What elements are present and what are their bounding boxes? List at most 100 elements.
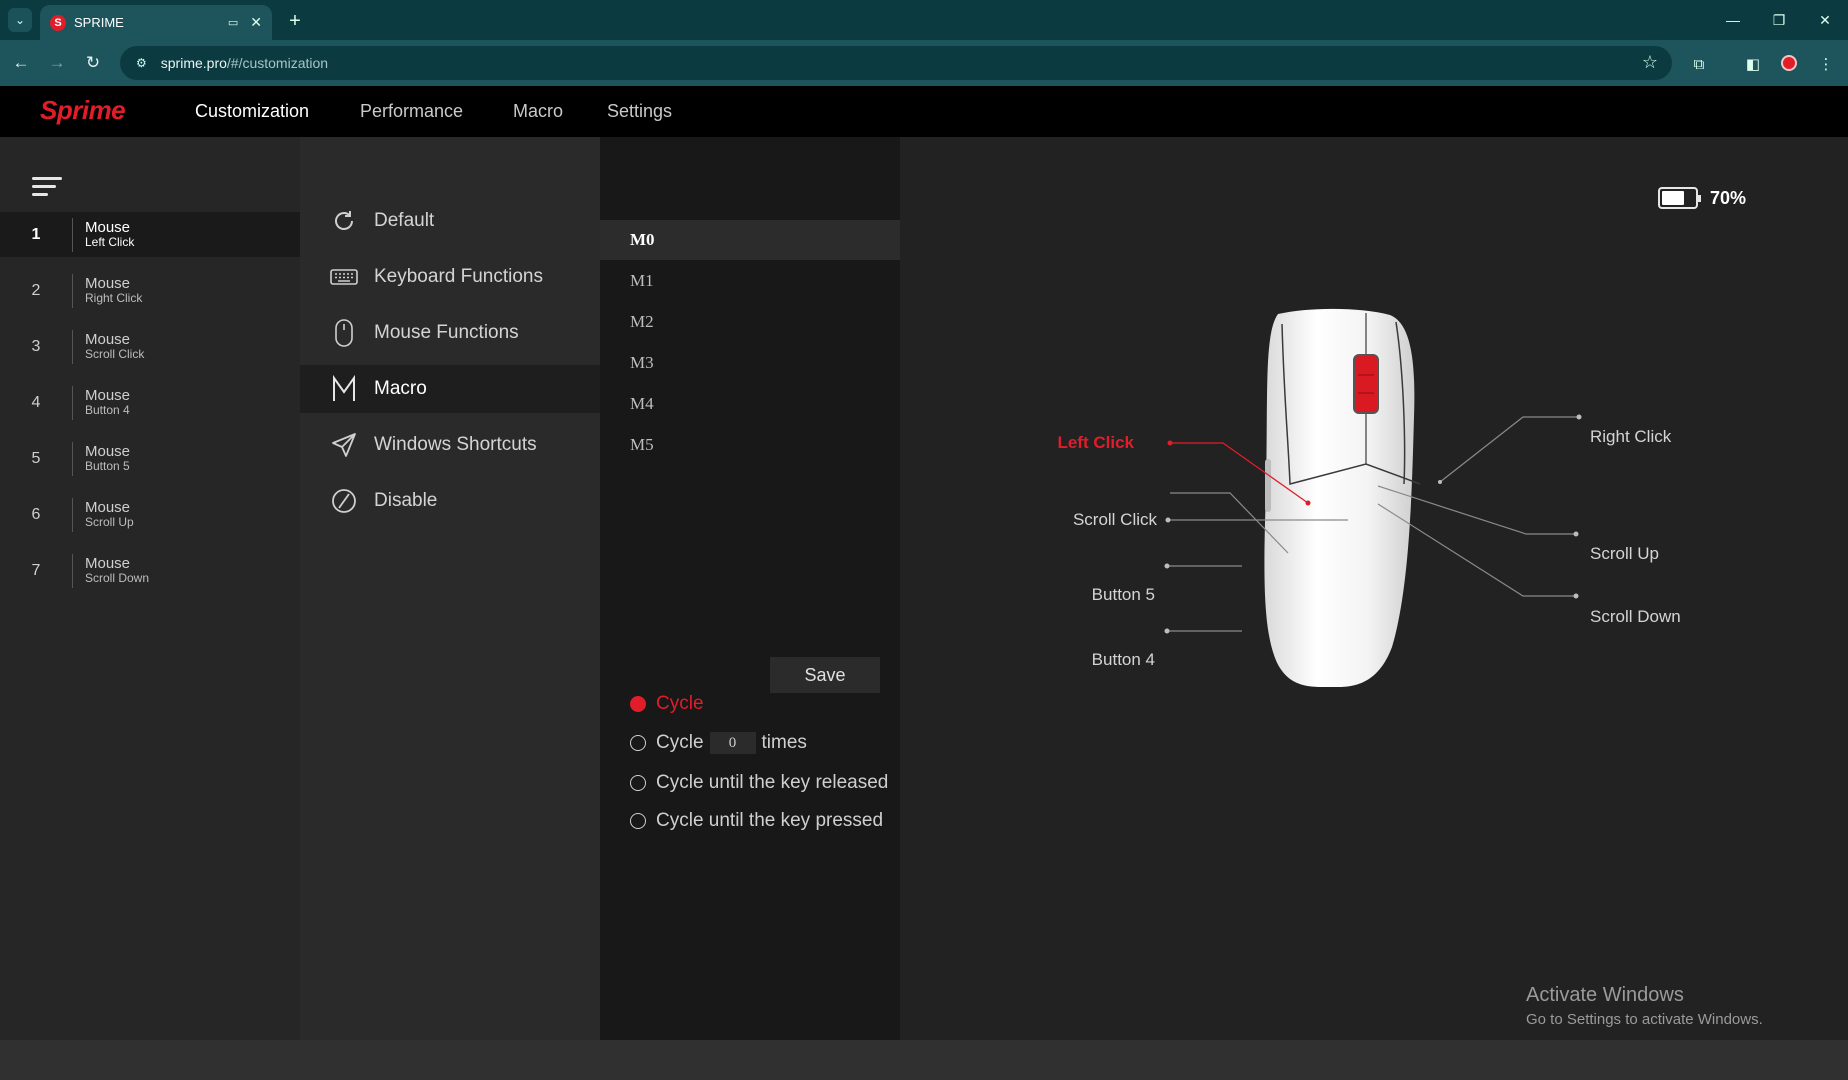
button-number: 1 [31, 225, 41, 243]
browser-tab[interactable]: S SPRIME ▭ ✕ [40, 5, 272, 40]
button-main-label: Mouse [85, 330, 131, 348]
refresh-icon [330, 207, 358, 235]
button-main-label: Mouse [85, 274, 131, 292]
function-mouse[interactable]: Mouse Functions [300, 309, 600, 357]
radio-cycle[interactable] [630, 696, 646, 712]
label-button5[interactable]: Button 5 [1092, 585, 1155, 604]
extensions-icon[interactable]: ⧉ [1688, 53, 1710, 75]
function-label: Keyboard Functions [374, 266, 543, 287]
macro-item-m4[interactable]: M4 [600, 384, 900, 424]
tab-close-icon[interactable]: ✕ [250, 14, 262, 31]
window-close-icon[interactable]: ✕ [1802, 6, 1848, 34]
button-sub-label: Left Click [85, 234, 135, 249]
new-tab-icon[interactable]: + [282, 8, 308, 34]
function-label: Macro [374, 378, 427, 399]
app-header: Sprime Customization Performance Macro S… [0, 86, 1848, 137]
bookmark-star-icon[interactable]: ☆ [1642, 52, 1658, 73]
button-main-label: Mouse [85, 442, 131, 460]
nav-settings[interactable]: Settings [607, 101, 672, 122]
url-text: sprime.pro/#/customization [160, 55, 329, 71]
function-list-panel: Default Keyboard Functions Mouse Functio… [300, 137, 600, 1040]
mouse-diagram-panel: 70% Left Click Right Click Scroll Click … [900, 137, 1848, 1040]
label-right-click[interactable]: Right Click [1590, 427, 1672, 446]
button-sub-label: Scroll Down [85, 570, 150, 585]
button-sub-label: Scroll Click [85, 346, 145, 361]
nav-performance[interactable]: Performance [360, 101, 463, 122]
send-icon [330, 431, 358, 459]
cycle-count-input[interactable]: 0 [709, 732, 756, 754]
button-main-label: Mouse [85, 498, 131, 516]
option-label: Cycle [656, 693, 704, 714]
site-info-icon[interactable]: ⚙ [136, 56, 147, 70]
leader-line-right-click [1439, 416, 1579, 483]
minimize-icon[interactable]: — [1710, 6, 1756, 34]
label-button4[interactable]: Button 4 [1092, 650, 1155, 669]
button-main-label: Mouse [85, 218, 131, 236]
tab-media-icon[interactable]: ▭ [228, 16, 238, 29]
button-number: 6 [31, 505, 41, 523]
button-item-4[interactable]: 4 Mouse Button 4 [0, 380, 300, 425]
option-label: Cycle until the key pressed [656, 810, 884, 831]
macro-item-m1[interactable]: M1 [600, 261, 900, 301]
button-list-panel: 1 Mouse Left Click 2 Mouse Right Click 3 Mouse S… [0, 137, 300, 1040]
restore-icon[interactable]: ❐ [1756, 6, 1802, 34]
keyboard-icon [330, 263, 358, 291]
reload-icon[interactable]: ↻ [80, 50, 106, 76]
function-disable[interactable]: Disable [300, 477, 600, 525]
button-sub-label: Button 5 [85, 458, 130, 473]
watermark-title: Activate Windows [1526, 984, 1684, 1006]
tab-title: SPRIME [74, 15, 124, 30]
button-main-label: Mouse [85, 386, 131, 404]
sprime-favicon: S [50, 14, 66, 31]
side-panel-icon[interactable]: ◧ [1742, 53, 1764, 75]
button-item-2[interactable]: 2 Mouse Right Click [0, 268, 300, 313]
button-number: 7 [31, 561, 41, 579]
browser-menu-icon[interactable]: ⋮ [1815, 53, 1837, 75]
label-left-click[interactable]: Left Click [1057, 433, 1134, 452]
radio-until-released[interactable] [630, 775, 646, 791]
option-label: Cycle until the key released [656, 772, 889, 793]
bottom-bar [0, 1040, 1848, 1080]
button-item-7[interactable]: 7 Mouse Scroll Down [0, 548, 300, 593]
macro-item-m5[interactable]: M5 [600, 425, 900, 465]
tab-search-chevron-icon[interactable]: ⌄ [8, 8, 32, 32]
button-item-6[interactable]: 6 Mouse Scroll Up [0, 492, 300, 537]
nav-customization[interactable]: Customization [195, 101, 309, 122]
button-item-5[interactable]: 5 Mouse Button 5 [0, 436, 300, 481]
label-scroll-down[interactable]: Scroll Down [1590, 607, 1681, 626]
option-cycle[interactable]: Cycle [630, 693, 704, 715]
macro-item-m2[interactable]: M2 [600, 302, 900, 342]
label-scroll-click[interactable]: Scroll Click [1073, 510, 1158, 529]
function-macro[interactable]: Macro [300, 365, 600, 413]
macro-item-m0[interactable]: M0 [600, 220, 900, 260]
sprime-logo: Sprime [40, 95, 126, 125]
browser-toolbar: ← → ↻ ⚙ sprime.pro/#/customization ☆ ⧉ ◧… [0, 40, 1848, 86]
forward-icon[interactable]: → [44, 50, 70, 76]
hamburger-menu-icon[interactable] [32, 177, 62, 199]
function-keyboard[interactable]: Keyboard Functions [300, 253, 600, 301]
radio-cycle-times[interactable] [630, 735, 646, 751]
activate-windows-watermark: Activate Windows Go to Settings to activ… [1526, 984, 1763, 1028]
back-icon[interactable]: ← [8, 50, 34, 76]
option-until-pressed[interactable]: Cycle until the key pressed [630, 810, 883, 832]
option-cycle-times[interactable]: Cycle 0 times [630, 732, 807, 754]
function-default[interactable]: Default [300, 197, 600, 245]
function-label: Default [374, 210, 435, 231]
button-item-3[interactable]: 3 Mouse Scroll Click [0, 324, 300, 369]
option-until-released[interactable]: Cycle until the key released [630, 772, 888, 794]
scroll-wheel[interactable] [1353, 354, 1379, 414]
function-windows-shortcuts[interactable]: Windows Shortcuts [300, 421, 600, 469]
save-button[interactable]: Save [770, 657, 880, 693]
option-label: Cycle [656, 732, 704, 753]
label-scroll-up[interactable]: Scroll Up [1590, 544, 1659, 563]
button-sub-label: Scroll Up [85, 514, 134, 529]
macro-item-m3[interactable]: M3 [600, 343, 900, 383]
radio-until-pressed[interactable] [630, 813, 646, 829]
button-item-1[interactable]: 1 Mouse Left Click [0, 212, 300, 257]
macro-list-panel: M0 M1 M2 M3 M4 M5 Save Cycle Cycle 0 tim… [600, 137, 900, 1040]
button-number: 2 [31, 281, 41, 299]
mouse-icon [330, 319, 358, 347]
profile-avatar[interactable] [1781, 55, 1797, 71]
nav-macro[interactable]: Macro [513, 101, 563, 122]
address-bar[interactable]: ⚙ sprime.pro/#/customization ☆ [120, 46, 1672, 80]
